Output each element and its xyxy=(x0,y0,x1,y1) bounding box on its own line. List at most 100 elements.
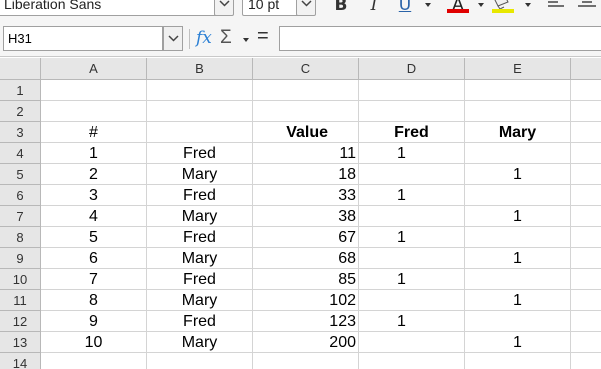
cell-a6[interactable]: 3 xyxy=(41,185,147,206)
cell-e14[interactable] xyxy=(465,353,571,369)
cell-d8[interactable]: 1 xyxy=(359,227,465,248)
row-header-2[interactable]: 2 xyxy=(0,101,41,122)
formula-equals-icon[interactable]: = xyxy=(257,25,269,48)
row-header-11[interactable]: 11 xyxy=(0,290,41,311)
function-wizard-icon[interactable]: fx xyxy=(196,28,212,48)
cell-a5[interactable]: 2 xyxy=(41,164,147,185)
cell-e8[interactable] xyxy=(465,227,571,248)
cell-b7[interactable]: Mary xyxy=(147,206,253,227)
row-header-4[interactable]: 4 xyxy=(0,143,41,164)
cell-e1[interactable] xyxy=(465,80,571,101)
column-header-d[interactable]: D xyxy=(359,58,465,80)
cell-d13[interactable] xyxy=(359,332,465,353)
italic-icon[interactable]: I xyxy=(366,0,382,16)
cell-e10[interactable] xyxy=(465,269,571,290)
cell-d7[interactable] xyxy=(359,206,465,227)
highlight-color-icon[interactable] xyxy=(490,0,516,14)
highlight-dropdown-icon[interactable] xyxy=(525,3,531,7)
row-header-7[interactable]: 7 xyxy=(0,206,41,227)
column-header-e[interactable]: E xyxy=(465,58,571,80)
cell-b9[interactable]: Mary xyxy=(147,248,253,269)
column-header-a[interactable]: A xyxy=(41,58,147,80)
cell-f14[interactable] xyxy=(571,353,601,369)
cell-a7[interactable]: 4 xyxy=(41,206,147,227)
cell-f10[interactable] xyxy=(571,269,601,290)
align-center-icon[interactable] xyxy=(576,0,598,14)
cell-b3[interactable] xyxy=(147,122,253,143)
cell-e2[interactable] xyxy=(465,101,571,122)
cell-c12[interactable]: 123 xyxy=(253,311,359,332)
cell-b1[interactable] xyxy=(147,80,253,101)
row-header-13[interactable]: 13 xyxy=(0,332,41,353)
font-name-dropdown-button[interactable] xyxy=(214,0,234,16)
cell-d5[interactable] xyxy=(359,164,465,185)
cell-a2[interactable] xyxy=(41,101,147,122)
cell-d9[interactable] xyxy=(359,248,465,269)
cell-c6[interactable]: 33 xyxy=(253,185,359,206)
bold-icon[interactable]: B xyxy=(332,0,350,16)
cell-f12[interactable] xyxy=(571,311,601,332)
cell-c4[interactable]: 11 xyxy=(253,143,359,164)
sum-icon[interactable]: Σ xyxy=(220,27,232,49)
cell-d11[interactable] xyxy=(359,290,465,311)
cell-f2[interactable] xyxy=(571,101,601,122)
cell-e11[interactable]: 1 xyxy=(465,290,571,311)
cell-c9[interactable]: 68 xyxy=(253,248,359,269)
cell-e9[interactable]: 1 xyxy=(465,248,571,269)
cell-a11[interactable]: 8 xyxy=(41,290,147,311)
cell-d12[interactable]: 1 xyxy=(359,311,465,332)
formula-input[interactable] xyxy=(279,26,601,51)
align-left-icon[interactable] xyxy=(546,0,566,14)
cell-f13[interactable] xyxy=(571,332,601,353)
cell-d10[interactable]: 1 xyxy=(359,269,465,290)
row-header-10[interactable]: 10 xyxy=(0,269,41,290)
row-header-8[interactable]: 8 xyxy=(0,227,41,248)
name-box-dropdown-button[interactable] xyxy=(163,26,183,51)
cell-e13[interactable]: 1 xyxy=(465,332,571,353)
row-header-14[interactable]: 14 xyxy=(0,353,41,369)
cell-e4[interactable] xyxy=(465,143,571,164)
cell-c7[interactable]: 38 xyxy=(253,206,359,227)
cell-f4[interactable] xyxy=(571,143,601,164)
cell-e6[interactable] xyxy=(465,185,571,206)
row-header-12[interactable]: 12 xyxy=(0,311,41,332)
font-color-icon[interactable]: A xyxy=(446,0,470,16)
cell-a13[interactable]: 10 xyxy=(41,332,147,353)
cell-d1[interactable] xyxy=(359,80,465,101)
cell-b2[interactable] xyxy=(147,101,253,122)
column-header-f[interactable] xyxy=(571,58,601,80)
row-header-1[interactable]: 1 xyxy=(0,80,41,101)
cell-b4[interactable]: Fred xyxy=(147,143,253,164)
cell-d14[interactable] xyxy=(359,353,465,369)
cell-f9[interactable] xyxy=(571,248,601,269)
font-name-input[interactable]: Liberation Sans xyxy=(0,0,217,16)
cell-a3[interactable]: # xyxy=(41,122,147,143)
cell-c14[interactable] xyxy=(253,353,359,369)
cell-b5[interactable]: Mary xyxy=(147,164,253,185)
cell-a12[interactable]: 9 xyxy=(41,311,147,332)
cell-c8[interactable]: 67 xyxy=(253,227,359,248)
cell-f8[interactable] xyxy=(571,227,601,248)
font-color-dropdown-icon[interactable] xyxy=(478,3,484,7)
cell-f1[interactable] xyxy=(571,80,601,101)
cell-c3[interactable]: Value xyxy=(253,122,359,143)
sum-dropdown-icon[interactable] xyxy=(243,38,249,42)
row-header-5[interactable]: 5 xyxy=(0,164,41,185)
cell-b14[interactable] xyxy=(147,353,253,369)
cell-e3[interactable]: Mary xyxy=(465,122,571,143)
cell-d6[interactable]: 1 xyxy=(359,185,465,206)
column-header-c[interactable]: C xyxy=(253,58,359,80)
select-all-corner[interactable] xyxy=(0,58,41,80)
cell-a1[interactable] xyxy=(41,80,147,101)
cell-d3[interactable]: Fred xyxy=(359,122,465,143)
cell-c10[interactable]: 85 xyxy=(253,269,359,290)
underline-dropdown-icon[interactable] xyxy=(425,3,431,7)
cell-f7[interactable] xyxy=(571,206,601,227)
column-header-b[interactable]: B xyxy=(147,58,253,80)
cell-a10[interactable]: 7 xyxy=(41,269,147,290)
cell-c1[interactable] xyxy=(253,80,359,101)
name-box[interactable]: H31 xyxy=(3,26,163,51)
cell-c11[interactable]: 102 xyxy=(253,290,359,311)
cell-f11[interactable] xyxy=(571,290,601,311)
cell-a4[interactable]: 1 xyxy=(41,143,147,164)
